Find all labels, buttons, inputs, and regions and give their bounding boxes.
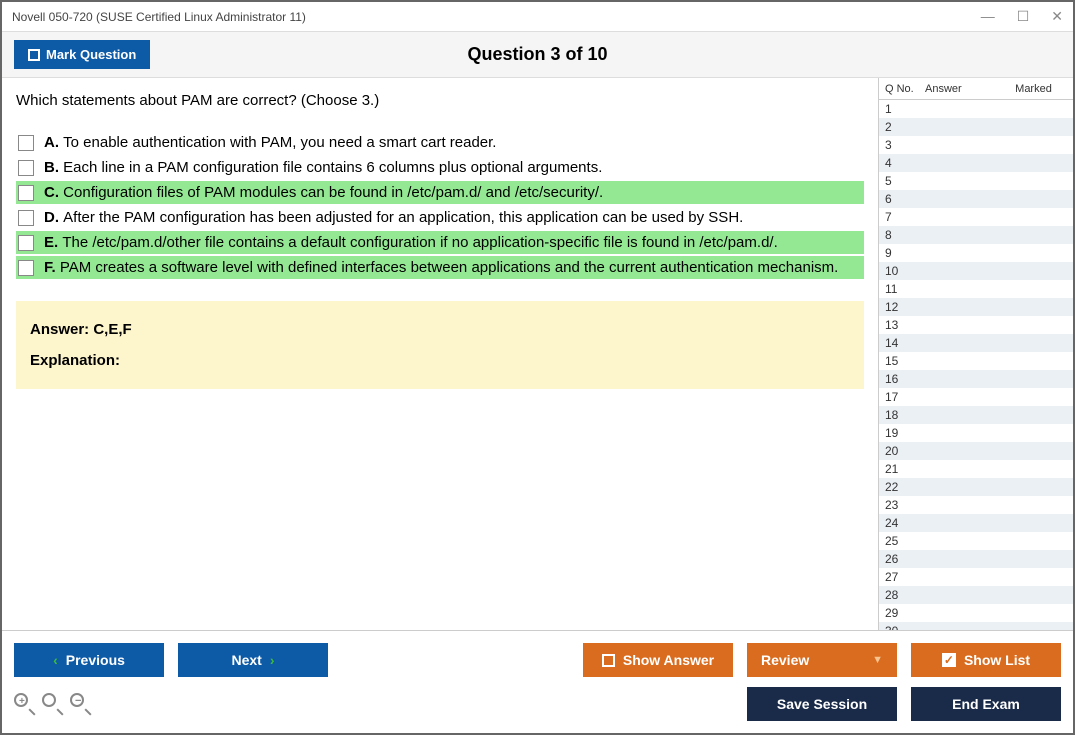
option-label: C. Configuration files of PAM modules ca…: [44, 184, 603, 201]
checkbox[interactable]: [18, 260, 34, 276]
sidebar-row[interactable]: 30: [879, 622, 1073, 630]
sidebar-row[interactable]: 25: [879, 532, 1073, 550]
explanation-line: Explanation:: [30, 352, 850, 369]
next-button[interactable]: Next ›: [178, 643, 328, 677]
col-answer: Answer: [925, 83, 1000, 95]
question-text: Which statements about PAM are correct? …: [16, 92, 864, 109]
sidebar-row[interactable]: 8: [879, 226, 1073, 244]
checkbox[interactable]: [18, 160, 34, 176]
show-answer-button[interactable]: Show Answer: [583, 643, 733, 677]
end-exam-button[interactable]: End Exam: [911, 687, 1061, 721]
checkbox-icon: [28, 49, 40, 61]
sidebar-row[interactable]: 27: [879, 568, 1073, 586]
sidebar-list[interactable]: 1234567891011121314151617181920212223242…: [879, 100, 1073, 630]
chevron-right-icon: ›: [270, 653, 275, 667]
col-marked: Marked: [1000, 83, 1067, 95]
footer: ‹ Previous Next › Show Answer Review ▼ ✓…: [2, 630, 1073, 733]
show-answer-label: Show Answer: [623, 652, 714, 668]
zoom-controls: + −: [14, 693, 92, 715]
option-C[interactable]: C. Configuration files of PAM modules ca…: [16, 181, 864, 204]
option-label: D. After the PAM configuration has been …: [44, 209, 743, 226]
square-icon: [602, 654, 615, 667]
sidebar-row[interactable]: 18: [879, 406, 1073, 424]
app-window: Novell 050-720 (SUSE Certified Linux Adm…: [0, 0, 1075, 735]
minimize-button[interactable]: —: [981, 8, 995, 25]
sidebar-row[interactable]: 22: [879, 478, 1073, 496]
end-exam-label: End Exam: [952, 696, 1020, 712]
sidebar-row[interactable]: 11: [879, 280, 1073, 298]
sidebar-row[interactable]: 15: [879, 352, 1073, 370]
option-B[interactable]: B. Each line in a PAM configuration file…: [16, 156, 864, 179]
sidebar-row[interactable]: 7: [879, 208, 1073, 226]
body: Which statements about PAM are correct? …: [2, 78, 1073, 630]
sidebar-row[interactable]: 24: [879, 514, 1073, 532]
previous-label: Previous: [66, 652, 125, 668]
next-label: Next: [231, 652, 261, 668]
previous-button[interactable]: ‹ Previous: [14, 643, 164, 677]
save-session-button[interactable]: Save Session: [747, 687, 897, 721]
titlebar: Novell 050-720 (SUSE Certified Linux Adm…: [2, 2, 1073, 32]
show-list-label: Show List: [964, 652, 1030, 668]
mark-question-button[interactable]: Mark Question: [14, 40, 150, 69]
footer-row-secondary: + − Save Session End Exam: [14, 687, 1061, 721]
zoom-out-icon[interactable]: −: [70, 693, 92, 715]
review-label: Review: [761, 652, 809, 668]
main-panel: Which statements about PAM are correct? …: [2, 78, 878, 630]
sidebar-row[interactable]: 12: [879, 298, 1073, 316]
zoom-reset-icon[interactable]: [42, 693, 64, 715]
sidebar-row[interactable]: 3: [879, 136, 1073, 154]
answer-line: Answer: C,E,F: [30, 321, 850, 338]
review-button[interactable]: Review ▼: [747, 643, 897, 677]
option-label: B. Each line in a PAM configuration file…: [44, 159, 602, 176]
sidebar-row[interactable]: 23: [879, 496, 1073, 514]
checkbox[interactable]: [18, 235, 34, 251]
sidebar-row[interactable]: 21: [879, 460, 1073, 478]
sidebar-row[interactable]: 13: [879, 316, 1073, 334]
sidebar-row[interactable]: 19: [879, 424, 1073, 442]
mark-question-label: Mark Question: [46, 47, 136, 62]
window-controls: — ☐ ✕: [981, 8, 1063, 25]
option-label: A. To enable authentication with PAM, yo…: [44, 134, 496, 151]
checkbox[interactable]: [18, 210, 34, 226]
check-icon: ✓: [942, 653, 956, 667]
col-qno: Q No.: [885, 83, 925, 95]
sidebar-row[interactable]: 17: [879, 388, 1073, 406]
option-D[interactable]: D. After the PAM configuration has been …: [16, 206, 864, 229]
footer-row-primary: ‹ Previous Next › Show Answer Review ▼ ✓…: [14, 643, 1061, 677]
option-A[interactable]: A. To enable authentication with PAM, yo…: [16, 131, 864, 154]
sidebar-row[interactable]: 20: [879, 442, 1073, 460]
option-label: E. The /etc/pam.d/other file contains a …: [44, 234, 778, 251]
sidebar-row[interactable]: 4: [879, 154, 1073, 172]
question-counter: Question 3 of 10: [467, 44, 607, 65]
options-list: A. To enable authentication with PAM, yo…: [16, 131, 864, 279]
sidebar-row[interactable]: 2: [879, 118, 1073, 136]
option-F[interactable]: F. PAM creates a software level with def…: [16, 256, 864, 279]
sidebar-row[interactable]: 29: [879, 604, 1073, 622]
sidebar-row[interactable]: 5: [879, 172, 1073, 190]
sidebar-row[interactable]: 10: [879, 262, 1073, 280]
sidebar-row[interactable]: 16: [879, 370, 1073, 388]
maximize-button[interactable]: ☐: [1017, 8, 1030, 25]
checkbox[interactable]: [18, 135, 34, 151]
save-session-label: Save Session: [777, 696, 867, 712]
header-bar: Mark Question Question 3 of 10: [2, 32, 1073, 78]
show-list-button[interactable]: ✓ Show List: [911, 643, 1061, 677]
option-E[interactable]: E. The /etc/pam.d/other file contains a …: [16, 231, 864, 254]
question-list-sidebar: Q No. Answer Marked 12345678910111213141…: [878, 78, 1073, 630]
chevron-down-icon: ▼: [872, 655, 883, 666]
zoom-in-icon[interactable]: +: [14, 693, 36, 715]
chevron-left-icon: ‹: [53, 653, 58, 667]
sidebar-header: Q No. Answer Marked: [879, 78, 1073, 100]
sidebar-row[interactable]: 14: [879, 334, 1073, 352]
window-title: Novell 050-720 (SUSE Certified Linux Adm…: [12, 10, 306, 24]
sidebar-row[interactable]: 28: [879, 586, 1073, 604]
answer-box: Answer: C,E,F Explanation:: [16, 301, 864, 389]
sidebar-row[interactable]: 1: [879, 100, 1073, 118]
sidebar-row[interactable]: 9: [879, 244, 1073, 262]
sidebar-row[interactable]: 6: [879, 190, 1073, 208]
option-label: F. PAM creates a software level with def…: [44, 259, 838, 276]
checkbox[interactable]: [18, 185, 34, 201]
close-button[interactable]: ✕: [1051, 8, 1063, 25]
sidebar-row[interactable]: 26: [879, 550, 1073, 568]
